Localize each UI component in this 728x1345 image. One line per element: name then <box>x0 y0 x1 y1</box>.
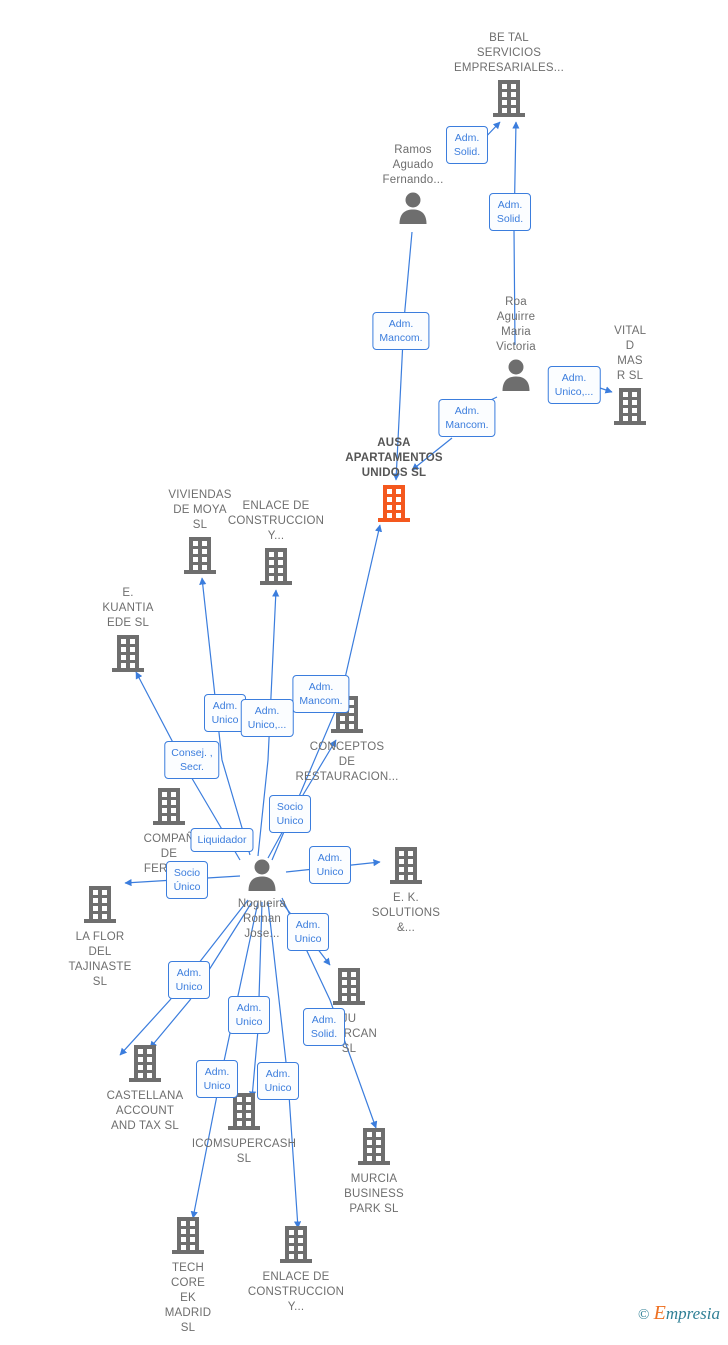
building-icon <box>377 483 411 527</box>
relation-badge[interactable]: Adm. Unico,... <box>547 366 601 404</box>
node-enlace_top[interactable]: ENLACE DE CONSTRUCCION Y... <box>228 500 324 590</box>
building-icon <box>83 884 117 928</box>
building-icon <box>613 386 647 430</box>
building-icon <box>128 1043 162 1087</box>
building-icon <box>183 535 217 579</box>
node-label: ICOMSUPERCASH SL <box>191 1138 297 1165</box>
node-eksolutions[interactable]: E. K. SOLUTIONS &... <box>372 845 440 934</box>
relation-badge[interactable]: Socio Unico <box>269 795 311 833</box>
relation-badge[interactable]: Adm. Mancom. <box>438 399 496 437</box>
node-compania[interactable]: COMPAÑ DE FERRE... <box>144 786 194 875</box>
person-icon <box>245 857 279 895</box>
node-kuantia[interactable]: E. KUANTIA EDE SL <box>102 587 153 677</box>
node-label: AUSA APARTAMENTOS UNIDOS SL <box>345 437 443 479</box>
node-label: E. KUANTIA EDE SL <box>102 587 154 629</box>
brand-name: mpresia <box>665 1304 720 1323</box>
node-techcore[interactable]: TECH CORE EK MADRID SL <box>165 1215 211 1334</box>
relation-badge[interactable]: Adm. Solid. <box>489 193 531 231</box>
node-label: VITAL D MAS R SL <box>614 325 647 382</box>
relation-badge[interactable]: Adm. Unico <box>168 961 210 999</box>
person-icon <box>396 190 430 228</box>
building-icon <box>111 633 145 677</box>
relation-badge[interactable]: Adm. Unico <box>204 694 246 732</box>
node-label: VIVIENDAS DE MOYA SL <box>168 489 232 531</box>
building-icon <box>389 845 423 889</box>
node-roa[interactable]: Roa Aguirre Maria Victoria <box>496 296 536 395</box>
building-icon <box>152 786 186 830</box>
relation-badge[interactable]: Adm. Unico <box>228 996 270 1034</box>
node-label: TECH CORE EK MADRID SL <box>164 1262 212 1334</box>
person-icon <box>499 357 533 395</box>
building-icon <box>492 78 526 122</box>
building-icon <box>332 966 366 1010</box>
relation-badge[interactable]: Adm. Solid. <box>446 126 488 164</box>
node-enlace_bot[interactable]: ENLACE DE CONSTRUCCION Y... <box>248 1224 344 1313</box>
relation-badge[interactable]: Adm. Unico <box>287 913 329 951</box>
node-label: Nogueira Roman Jose... <box>237 898 287 940</box>
node-ramos[interactable]: Ramos Aguado Fernando... <box>382 144 443 228</box>
node-juaturcan[interactable]: JU ATURCAN SL <box>321 966 377 1055</box>
relation-badge[interactable]: Adm. Unico <box>309 846 351 884</box>
building-icon <box>259 546 293 590</box>
node-betal[interactable]: BE TAL SERVICIOS EMPRESARIALES... <box>454 32 564 122</box>
copyright-symbol: © <box>637 1307 650 1323</box>
relation-badge[interactable]: Socio Único <box>166 861 208 899</box>
relation-badge[interactable]: Adm. Unico <box>257 1062 299 1100</box>
node-viviendas[interactable]: VIVIENDAS DE MOYA SL <box>168 489 231 579</box>
brand-initial: E <box>653 1302 666 1324</box>
node-label: Roa Aguirre Maria Victoria <box>496 296 536 353</box>
node-label: E. K. SOLUTIONS &... <box>371 892 441 934</box>
empresia-watermark: © Empresia <box>638 1302 720 1325</box>
node-label: Ramos Aguado Fernando... <box>382 144 444 186</box>
node-laflor[interactable]: LA FLOR DEL TAJINASTE SL <box>69 884 131 988</box>
node-label: ENLACE DE CONSTRUCCION Y... <box>247 1271 345 1313</box>
edge-layer <box>119 121 613 1229</box>
relation-badge[interactable]: Liquidador <box>190 828 254 852</box>
node-label: BE TAL SERVICIOS EMPRESARIALES... <box>454 32 564 74</box>
relation-badge[interactable]: Adm. Mancom. <box>292 675 350 713</box>
building-icon <box>357 1126 391 1170</box>
node-murcia[interactable]: MURCIA BUSINESS PARK SL <box>344 1126 404 1215</box>
node-castellana[interactable]: CASTELLANA ACCOUNT AND TAX SL <box>107 1043 183 1132</box>
node-ausa[interactable]: AUSA APARTAMENTOS UNIDOS SL <box>345 437 443 527</box>
node-label: MURCIA BUSINESS PARK SL <box>344 1173 404 1215</box>
relation-badge[interactable]: Adm. Solid. <box>303 1008 345 1046</box>
node-nogueira[interactable]: Nogueira Roman Jose... <box>238 857 286 940</box>
relation-badge[interactable]: Adm. Unico,... <box>240 699 294 737</box>
building-icon <box>171 1215 205 1259</box>
node-label: ENLACE DE CONSTRUCCION Y... <box>227 500 325 542</box>
relation-badge[interactable]: Adm. Unico <box>196 1060 238 1098</box>
node-label: LA FLOR DEL TAJINASTE SL <box>68 931 132 988</box>
building-icon <box>279 1224 313 1268</box>
relation-badge[interactable]: Adm. Mancom. <box>372 312 430 350</box>
node-label: CONCEPTOS DE RESTAURACION... <box>295 741 399 783</box>
relation-badge[interactable]: Consej. , Secr. <box>164 741 220 779</box>
edge-roa-to-vital <box>599 386 613 394</box>
node-label: CASTELLANA ACCOUNT AND TAX SL <box>106 1090 184 1132</box>
node-vital[interactable]: VITAL D MAS R SL <box>613 325 647 430</box>
